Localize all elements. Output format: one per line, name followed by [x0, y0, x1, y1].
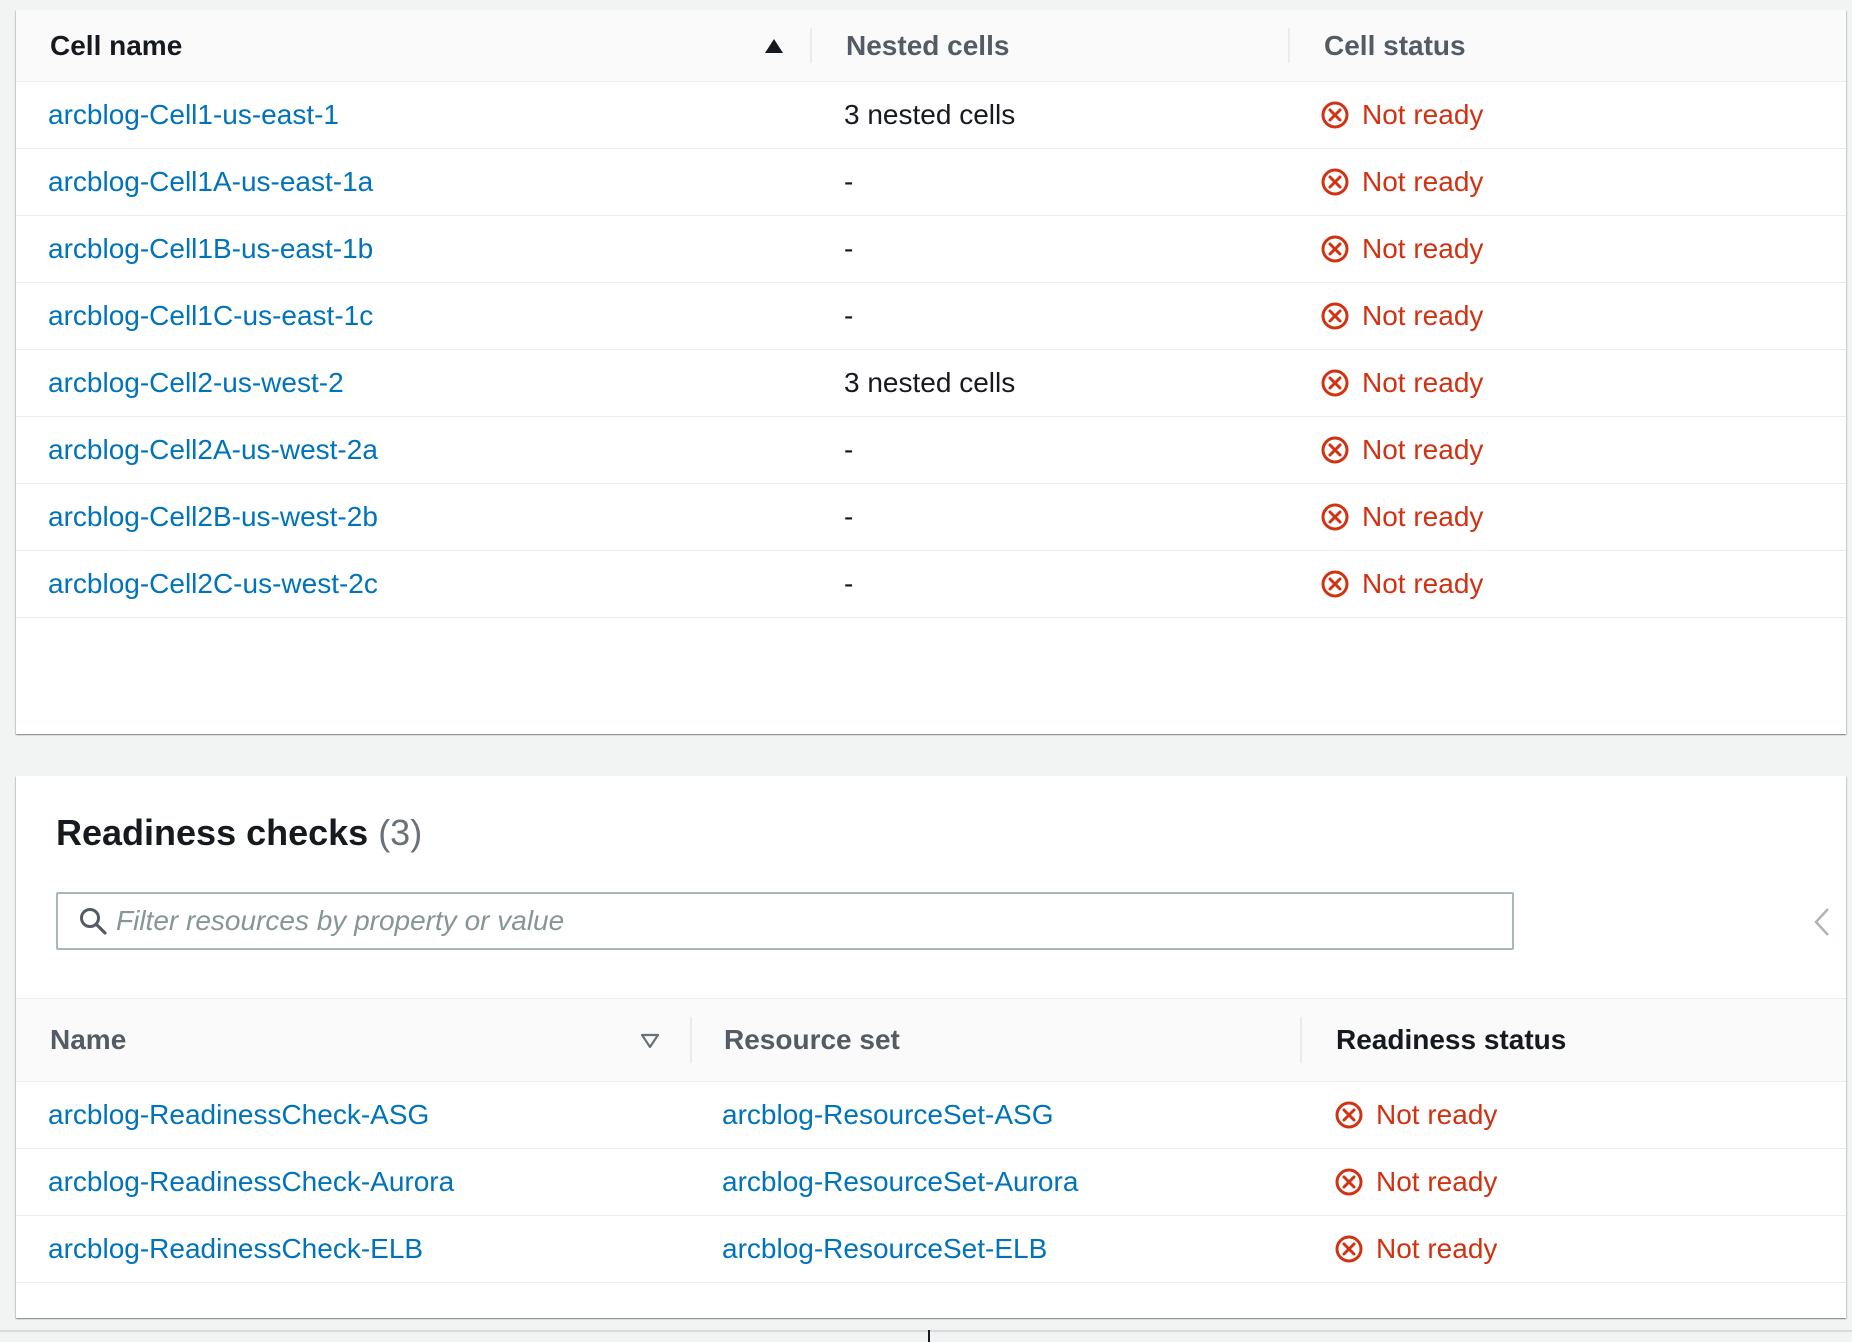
x-circle-icon	[1334, 1234, 1364, 1264]
readiness-checks-heading: Readiness checks (3)	[56, 812, 422, 854]
status-text: Not ready	[1362, 501, 1484, 532]
caret-up-icon[interactable]	[760, 32, 788, 60]
search-icon	[78, 906, 108, 936]
readiness-check-link[interactable]: arcblog-ReadinessCheck-Aurora	[48, 1149, 454, 1215]
status-badge: Not ready	[1320, 551, 1483, 617]
cells-table: Cell name Nested cells Cell status arcbl…	[16, 10, 1846, 734]
x-circle-icon	[1320, 435, 1350, 465]
readiness-checks-title: Readiness checks	[56, 812, 369, 853]
status-badge: Not ready	[1320, 216, 1483, 282]
readiness-checks-count: (3)	[378, 812, 423, 853]
column-header-resource-set[interactable]: Resource set	[724, 999, 900, 1081]
nested-cells-value: -	[844, 233, 854, 264]
status-text: Not ready	[1362, 568, 1484, 599]
column-header-nested-cells[interactable]: Nested cells	[846, 10, 1009, 81]
nested-cells-value: -	[844, 434, 854, 465]
nested-cells-value: -	[844, 501, 854, 532]
column-header-cell-status[interactable]: Cell status	[1324, 10, 1466, 81]
readiness-check-link[interactable]: arcblog-ReadinessCheck-ELB	[48, 1216, 423, 1282]
column-separator[interactable]	[810, 28, 812, 63]
column-separator[interactable]	[1288, 28, 1290, 63]
table-row: arcblog-ReadinessCheck-Aurora arcblog-Res…	[16, 1149, 1846, 1216]
status-badge: Not ready	[1320, 283, 1483, 349]
table-row: arcblog-Cell2C-us-west-2c - Not ready	[16, 551, 1846, 618]
nested-cells-value: 3 nested cells	[844, 99, 1016, 130]
status-badge: Not ready	[1334, 1149, 1497, 1215]
status-badge: Not ready	[1320, 484, 1483, 550]
column-separator[interactable]	[690, 1017, 692, 1063]
table-row: arcblog-Cell1-us-east-1 3 nested cells Not…	[16, 82, 1846, 149]
status-text: Not ready	[1362, 166, 1484, 197]
resource-set-link[interactable]: arcblog-ResourceSet-ELB	[722, 1216, 1047, 1282]
filter-field[interactable]	[56, 892, 1514, 950]
status-text: Not ready	[1376, 1166, 1498, 1197]
divider-tick	[928, 1330, 930, 1342]
cell-name-link[interactable]: arcblog-Cell2B-us-west-2b	[48, 484, 378, 550]
resource-set-link[interactable]: arcblog-ResourceSet-ASG	[722, 1082, 1053, 1148]
readiness-checks-table-header: Name Resource set Readiness status	[16, 998, 1846, 1082]
column-separator[interactable]	[1300, 1017, 1302, 1063]
table-row: arcblog-ReadinessCheck-ELB arcblog-Resour…	[16, 1216, 1846, 1283]
cell-name-link[interactable]: arcblog-Cell1A-us-east-1a	[48, 149, 373, 215]
status-text: Not ready	[1362, 300, 1484, 331]
status-badge: Not ready	[1320, 350, 1483, 416]
resource-set-link[interactable]: arcblog-ResourceSet-Aurora	[722, 1149, 1078, 1215]
column-header-cell-name[interactable]: Cell name	[50, 10, 182, 81]
chevron-left-icon[interactable]	[1804, 904, 1840, 940]
x-circle-icon	[1320, 301, 1350, 331]
status-badge: Not ready	[1320, 82, 1483, 148]
table-row: arcblog-Cell2-us-west-2 3 nested cells Not…	[16, 350, 1846, 417]
x-circle-icon	[1334, 1100, 1364, 1130]
readiness-checks-panel: Readiness checks (3) Name Resource set R…	[16, 776, 1846, 1318]
nested-cells-value: 3 nested cells	[844, 367, 1016, 398]
x-circle-icon	[1320, 167, 1350, 197]
x-circle-icon	[1320, 100, 1350, 130]
divider	[0, 1330, 1852, 1332]
x-circle-icon	[1320, 502, 1350, 532]
cells-table-header: Cell name Nested cells Cell status	[16, 10, 1846, 82]
status-text: Not ready	[1362, 367, 1484, 398]
status-text: Not ready	[1362, 233, 1484, 264]
nested-cells-value: -	[844, 568, 854, 599]
table-row: arcblog-Cell1B-us-east-1b - Not ready	[16, 216, 1846, 283]
table-row: arcblog-Cell2A-us-west-2a - Not ready	[16, 417, 1846, 484]
status-text: Not ready	[1362, 99, 1484, 130]
status-text: Not ready	[1376, 1099, 1498, 1130]
status-badge: Not ready	[1320, 417, 1483, 483]
table-row: arcblog-ReadinessCheck-ASG arcblog-Resour…	[16, 1082, 1846, 1149]
status-text: Not ready	[1376, 1233, 1498, 1264]
cell-name-link[interactable]: arcblog-Cell1-us-east-1	[48, 82, 339, 148]
column-header-readiness-status[interactable]: Readiness status	[1336, 999, 1566, 1081]
x-circle-icon	[1320, 368, 1350, 398]
x-circle-icon	[1334, 1167, 1364, 1197]
status-badge: Not ready	[1334, 1082, 1497, 1148]
table-row: arcblog-Cell1C-us-east-1c - Not ready	[16, 283, 1846, 350]
x-circle-icon	[1320, 234, 1350, 264]
nested-cells-value: -	[844, 166, 854, 197]
caret-down-outline-icon[interactable]	[636, 1027, 664, 1055]
cell-name-link[interactable]: arcblog-Cell2-us-west-2	[48, 350, 344, 416]
filter-input[interactable]	[108, 894, 1512, 948]
table-row: arcblog-Cell1A-us-east-1a - Not ready	[16, 149, 1846, 216]
column-header-name[interactable]: Name	[50, 999, 126, 1081]
cell-name-link[interactable]: arcblog-Cell2C-us-west-2c	[48, 551, 378, 617]
table-row: arcblog-Cell2B-us-west-2b - Not ready	[16, 484, 1846, 551]
cell-name-link[interactable]: arcblog-Cell1C-us-east-1c	[48, 283, 373, 349]
status-text: Not ready	[1362, 434, 1484, 465]
status-badge: Not ready	[1334, 1216, 1497, 1282]
status-badge: Not ready	[1320, 149, 1483, 215]
x-circle-icon	[1320, 569, 1350, 599]
readiness-check-link[interactable]: arcblog-ReadinessCheck-ASG	[48, 1082, 429, 1148]
cell-name-link[interactable]: arcblog-Cell2A-us-west-2a	[48, 417, 378, 483]
cell-name-link[interactable]: arcblog-Cell1B-us-east-1b	[48, 216, 373, 282]
nested-cells-value: -	[844, 300, 854, 331]
